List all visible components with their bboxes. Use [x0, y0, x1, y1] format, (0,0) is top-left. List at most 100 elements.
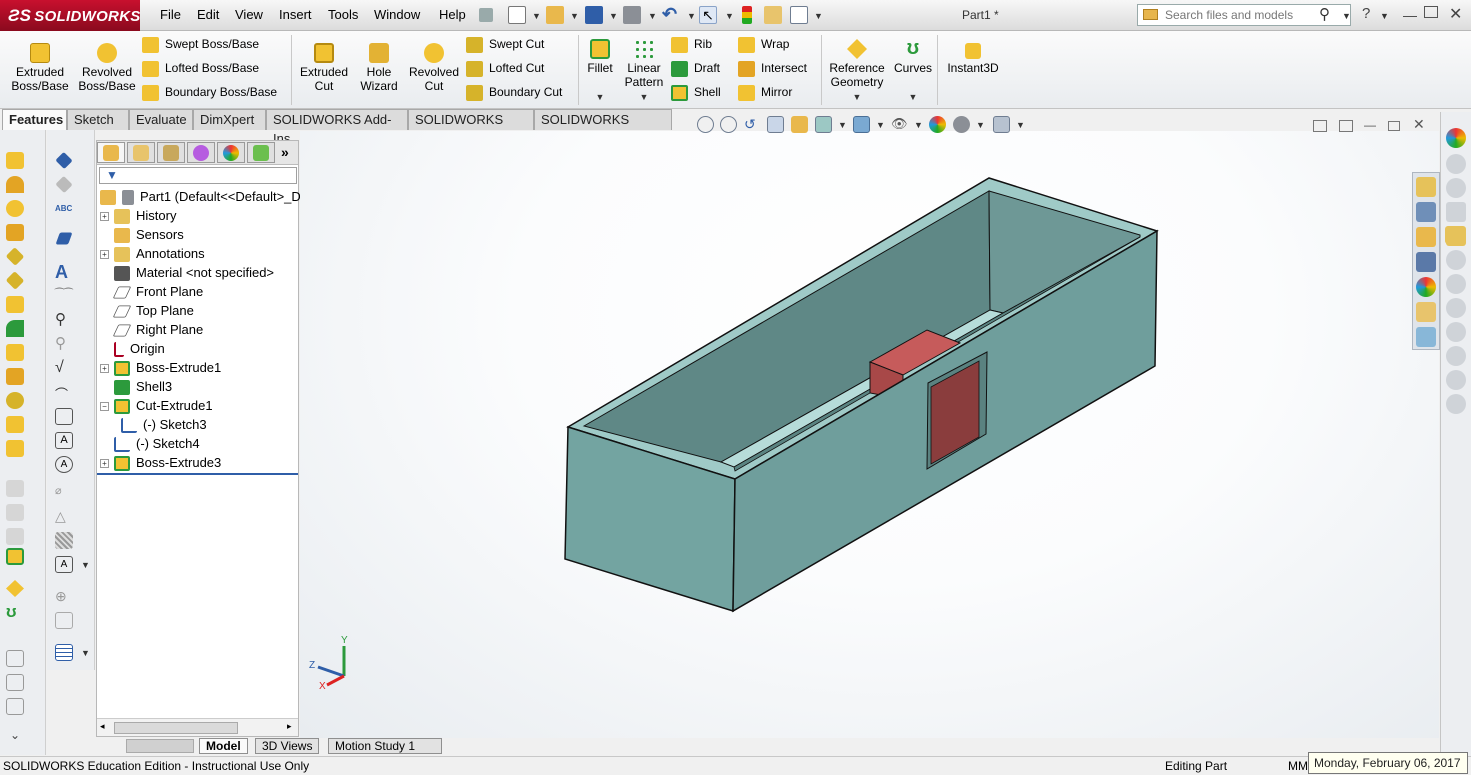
linear-pattern-icon[interactable]	[6, 548, 24, 565]
extruded-boss-button[interactable]: Extruded Boss/Base	[8, 43, 72, 93]
viewport-minimize-icon[interactable]: —	[1364, 118, 1376, 132]
intersect-icon[interactable]	[6, 416, 24, 433]
move-face-icon[interactable]	[6, 528, 24, 545]
model-view[interactable]: Y Z X	[300, 131, 1439, 738]
home-icon[interactable]	[1416, 177, 1436, 197]
lofted-cut-button[interactable]: Lofted Cut	[466, 58, 544, 78]
chevron-down-icon[interactable]: ▼	[826, 90, 888, 104]
chevron-down-icon[interactable]: ▼	[814, 11, 823, 21]
area-hatch-icon[interactable]	[55, 532, 73, 549]
fillet-button[interactable]: Fillet ▼	[583, 39, 617, 104]
print-icon[interactable]	[623, 6, 641, 24]
lofted-boss-button[interactable]: Lofted Boss/Base	[142, 58, 259, 78]
expand-icon[interactable]: +	[100, 364, 109, 374]
my-view-icon[interactable]	[1446, 370, 1466, 390]
dimension-icon[interactable]	[55, 175, 73, 194]
revolved-cut-button[interactable]: Revolved Cut	[406, 43, 462, 93]
menu-window[interactable]: Window	[374, 7, 420, 22]
chevron-down-icon[interactable]: ▼	[81, 560, 90, 570]
viewport-tile-icon[interactable]	[1339, 120, 1353, 132]
instant3d-button[interactable]: Instant3D	[942, 43, 1004, 75]
reference-geometry-button[interactable]: Reference Geometry ▼	[826, 39, 888, 104]
extruded-cut-icon[interactable]	[5, 247, 25, 266]
custom-properties-icon[interactable]	[1446, 274, 1466, 294]
expand-icon[interactable]: +	[100, 459, 109, 469]
revolved-boss-button[interactable]: Revolved Boss/Base	[75, 43, 139, 93]
chevron-down-icon[interactable]: ▼	[81, 648, 90, 658]
smart-dimension-icon[interactable]	[55, 151, 73, 170]
solidworks-forum-icon[interactable]	[1446, 298, 1466, 318]
note-icon[interactable]: A	[55, 263, 73, 281]
revolved-boss-icon[interactable]	[6, 176, 24, 193]
extruded-boss-icon[interactable]	[6, 152, 24, 169]
menu-edit[interactable]: Edit	[197, 7, 219, 22]
select-cursor-icon[interactable]: ↖	[699, 6, 717, 24]
hole-callout-icon[interactable]: ⌀	[55, 484, 73, 501]
help-icon[interactable]: ?	[1362, 5, 1370, 22]
draft-button[interactable]: Draft	[671, 58, 720, 78]
chevron-down-icon[interactable]: ▼	[583, 90, 617, 104]
centerline-icon[interactable]	[55, 612, 73, 629]
chevron-down-icon[interactable]: ▼	[876, 120, 885, 130]
online-icon[interactable]	[1446, 394, 1466, 414]
decals-icon[interactable]	[1446, 178, 1466, 198]
viewport-restore-icon[interactable]	[1388, 121, 1400, 131]
boundary-cut-button[interactable]: Boundary Cut	[466, 82, 562, 102]
linear-pattern-button[interactable]: Linear Pattern ▼	[622, 39, 666, 104]
viewport-tile-icon[interactable]	[1313, 120, 1327, 132]
chevron-down-icon[interactable]: ▼	[1016, 120, 1025, 130]
tab-model[interactable]: Model	[199, 738, 248, 754]
reference-geometry-icon[interactable]	[6, 580, 24, 597]
menu-tools[interactable]: Tools	[328, 7, 358, 22]
dynamic-annotation-icon[interactable]	[791, 116, 808, 133]
rib-icon[interactable]	[6, 368, 24, 385]
fillet-icon[interactable]	[6, 296, 24, 313]
apply-scene-icon[interactable]	[953, 116, 970, 133]
mirror-button[interactable]: Mirror	[738, 82, 792, 102]
tab-scroll-arrows[interactable]	[126, 739, 194, 753]
mirror-icon[interactable]	[6, 440, 24, 457]
chevron-down-icon[interactable]: ▼	[532, 11, 541, 21]
tab-motion-study[interactable]: Motion Study 1	[328, 738, 442, 754]
revolved-cut-icon[interactable]	[5, 271, 25, 290]
shell-button[interactable]: Shell	[671, 82, 721, 102]
tree-item[interactable]: Front Plane	[100, 282, 203, 301]
cosmetic-thread-icon[interactable]: △	[55, 508, 73, 525]
menu-view[interactable]: View	[235, 7, 263, 22]
tree-item[interactable]: + Boss-Extrude3	[100, 453, 221, 472]
tab-sketch[interactable]: Sketch	[67, 109, 129, 130]
graphics-area[interactable]: Y Z X	[300, 131, 1439, 738]
tree-item[interactable]: Material <not specified>	[100, 263, 274, 282]
swept-boss-button[interactable]: Swept Boss/Base	[142, 34, 259, 54]
pin-icon[interactable]	[479, 8, 493, 22]
tree-item[interactable]: (-) Sketch3	[121, 415, 207, 434]
view-settings-icon[interactable]	[993, 116, 1010, 133]
undo-icon[interactable]: ↶	[662, 5, 680, 24]
restore-icon[interactable]	[1424, 6, 1438, 18]
tab-configuration-manager[interactable]	[157, 142, 185, 163]
chevron-down-icon[interactable]: ▼	[838, 120, 847, 130]
more-tabs-icon[interactable]: »	[281, 144, 289, 160]
file-explorer-icon[interactable]	[1446, 202, 1466, 222]
tree-item[interactable]: Shell3	[100, 377, 172, 396]
format-painter-icon[interactable]	[55, 232, 73, 245]
expand-icon[interactable]: +	[100, 212, 109, 222]
options-icon[interactable]	[790, 6, 808, 24]
scene-icon[interactable]	[1446, 154, 1466, 174]
tab-property-manager[interactable]	[127, 142, 155, 163]
tree-item[interactable]: Origin	[100, 339, 165, 358]
balloon-icon[interactable]: ⚲	[55, 312, 73, 329]
tree-item[interactable]: (-) Sketch4	[100, 434, 200, 453]
swept-cut-button[interactable]: Swept Cut	[466, 34, 544, 54]
status-units[interactable]: MM	[1288, 757, 1308, 775]
chevron-down-icon[interactable]: ▼	[622, 90, 666, 104]
draft-icon[interactable]	[6, 320, 24, 337]
wrap-icon[interactable]	[6, 392, 24, 409]
forum-tab-icon[interactable]	[1416, 327, 1436, 347]
tree-item[interactable]: + History	[100, 206, 176, 225]
design-library-tab-icon[interactable]	[1445, 226, 1463, 244]
curves-button[interactable]: ʊ Curves ▼	[893, 38, 933, 104]
tab-dimxpert[interactable]: DimXpert	[193, 109, 266, 130]
chevron-down-icon[interactable]: ▼	[893, 90, 933, 104]
hole-wizard-button[interactable]: Hole Wizard	[355, 43, 403, 93]
